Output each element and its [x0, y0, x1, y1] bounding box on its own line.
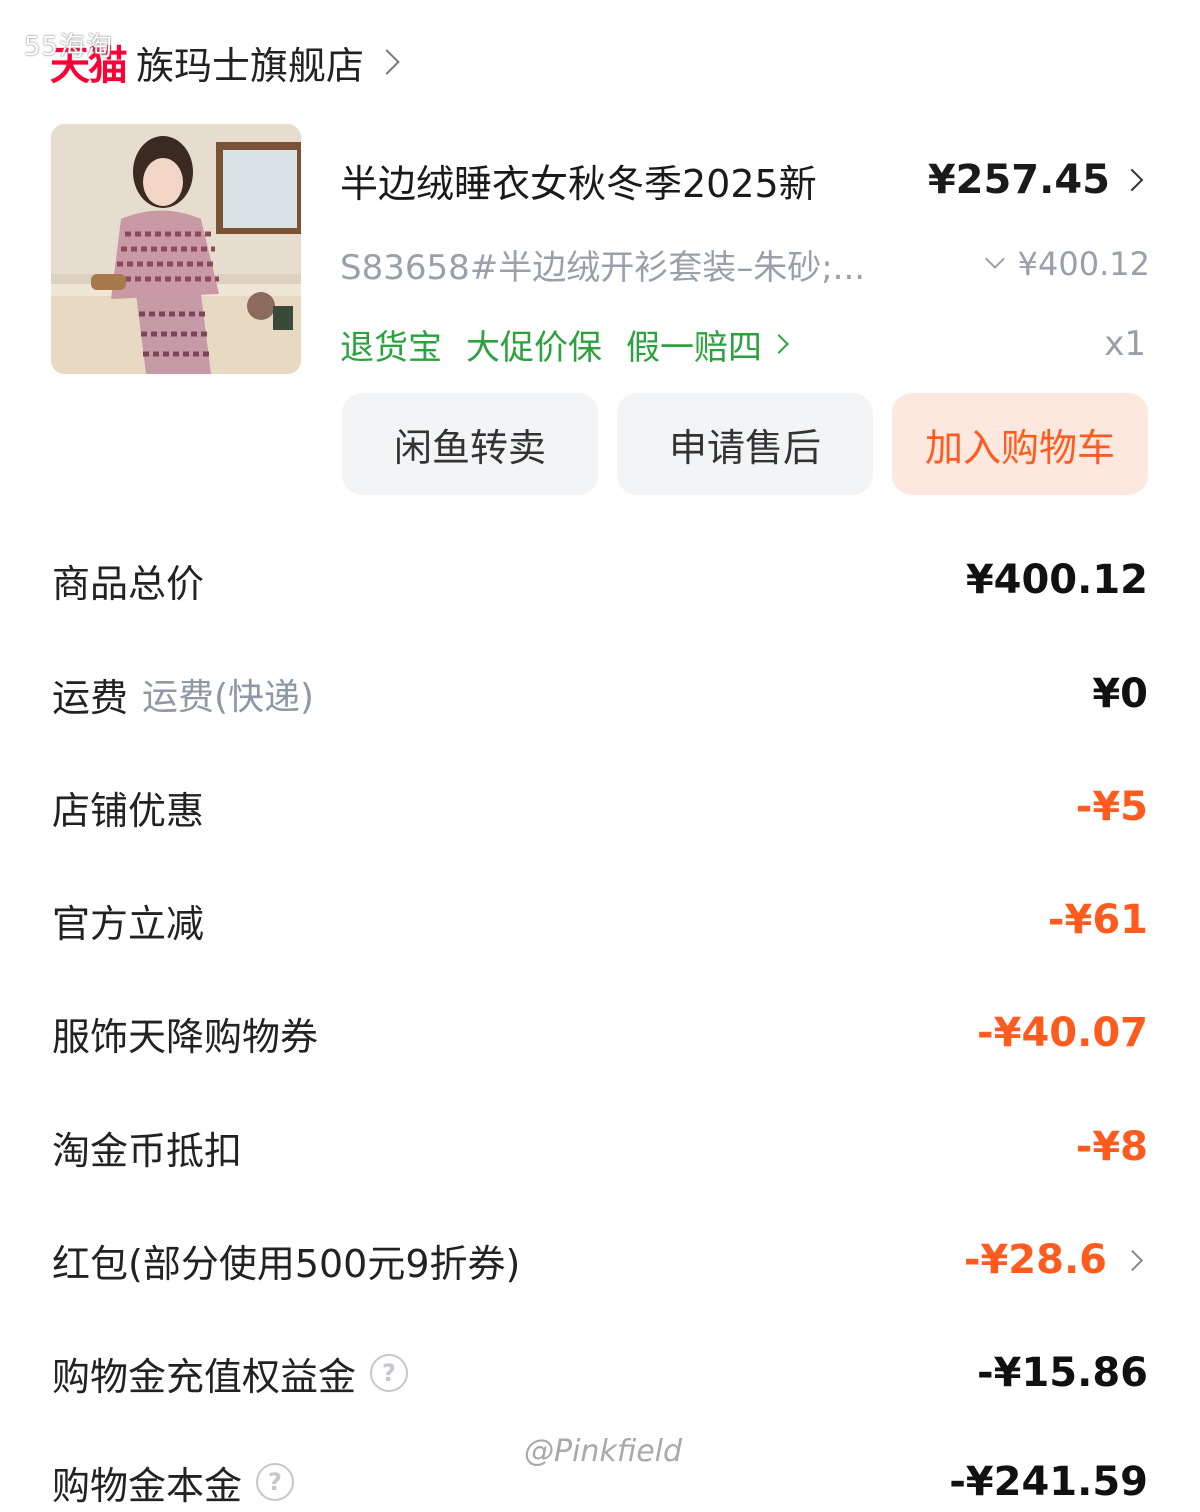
- row-label: 红包(部分使用500元9折券): [52, 1241, 521, 1286]
- row-value: -¥241.59: [949, 1459, 1148, 1505]
- row-value: -¥5: [1075, 784, 1148, 830]
- original-price: ¥400.12: [1017, 245, 1150, 283]
- product-title-row[interactable]: 半边绒睡衣女秋冬季2025新 ¥257.45: [340, 152, 1150, 208]
- summary-row-total: 商品总价 ¥400.12: [52, 550, 1148, 610]
- row-value: ¥0: [1092, 671, 1148, 717]
- chevron-right-icon[interactable]: [769, 334, 789, 354]
- watermark-top-left: 55海淘: [24, 32, 114, 62]
- row-value: -¥15.86: [977, 1350, 1148, 1396]
- shipping-method: 运费(快递): [142, 677, 315, 718]
- summary-row-taojinbi: 淘金币抵扣 -¥8: [52, 1117, 1148, 1177]
- row-label: 服饰天降购物券: [52, 1014, 319, 1059]
- row-label: 购物金本金: [52, 1463, 243, 1508]
- row-label: 购物金充值权益金: [52, 1354, 357, 1399]
- add-to-cart-button[interactable]: 加入购物车: [892, 393, 1148, 495]
- summary-row-shopping-gold-bonus: 购物金充值权益金 ? -¥15.86: [52, 1343, 1148, 1403]
- sku-row[interactable]: S83658#半边绒开衫套装–朱砂;... ¥400.12: [340, 238, 1150, 290]
- row-label: 官方立减: [52, 901, 205, 946]
- after-sales-button[interactable]: 申请售后: [617, 393, 873, 495]
- tag-return-insurance: 退货宝: [340, 327, 442, 368]
- product-price: ¥257.45: [927, 157, 1110, 203]
- watermark-bottom: @Pinkfield: [524, 1434, 683, 1469]
- service-tags-row[interactable]: 退货宝 大促价保 假一赔四 x1: [340, 318, 1150, 370]
- chevron-down-icon[interactable]: [984, 249, 1005, 269]
- summary-row-store-discount: 店铺优惠 -¥5: [52, 777, 1148, 837]
- row-label: 运费: [52, 675, 129, 720]
- row-value: -¥28.6: [963, 1237, 1107, 1283]
- row-value: -¥61: [1047, 897, 1148, 943]
- resell-button[interactable]: 闲鱼转卖: [342, 393, 598, 495]
- row-label: 淘金币抵扣: [52, 1128, 243, 1173]
- summary-row-official-discount: 官方立减 -¥61: [52, 890, 1148, 950]
- shop-name[interactable]: 族玛士旗舰店: [136, 35, 364, 90]
- help-icon[interactable]: ?: [256, 1463, 295, 1501]
- row-value: ¥400.12: [965, 557, 1148, 603]
- tag-price-protection: 大促价保: [466, 327, 602, 368]
- summary-row-red-packet[interactable]: 红包(部分使用500元9折券) -¥28.6: [52, 1230, 1148, 1290]
- product-photo: [51, 124, 301, 374]
- summary-row-shipping: 运费 运费(快递) ¥0: [52, 664, 1148, 724]
- row-value: -¥40.07: [977, 1010, 1148, 1056]
- chevron-right-icon[interactable]: [374, 49, 400, 75]
- quantity: x1: [1104, 324, 1146, 364]
- row-label: 商品总价: [52, 561, 205, 606]
- sku-text: S83658#半边绒开衫套装–朱砂;...: [340, 247, 866, 288]
- chevron-right-icon[interactable]: [1121, 1249, 1144, 1271]
- chevron-right-icon[interactable]: [1120, 168, 1144, 192]
- row-value: -¥8: [1075, 1124, 1148, 1170]
- product-thumbnail[interactable]: [51, 124, 301, 374]
- tag-fake-compensation: 假一赔四: [626, 327, 762, 368]
- row-label: 店铺优惠: [52, 788, 205, 833]
- summary-row-apparel-coupon: 服饰天降购物券 -¥40.07: [52, 1003, 1148, 1063]
- help-icon[interactable]: ?: [370, 1354, 409, 1392]
- product-title[interactable]: 半边绒睡衣女秋冬季2025新: [340, 153, 928, 208]
